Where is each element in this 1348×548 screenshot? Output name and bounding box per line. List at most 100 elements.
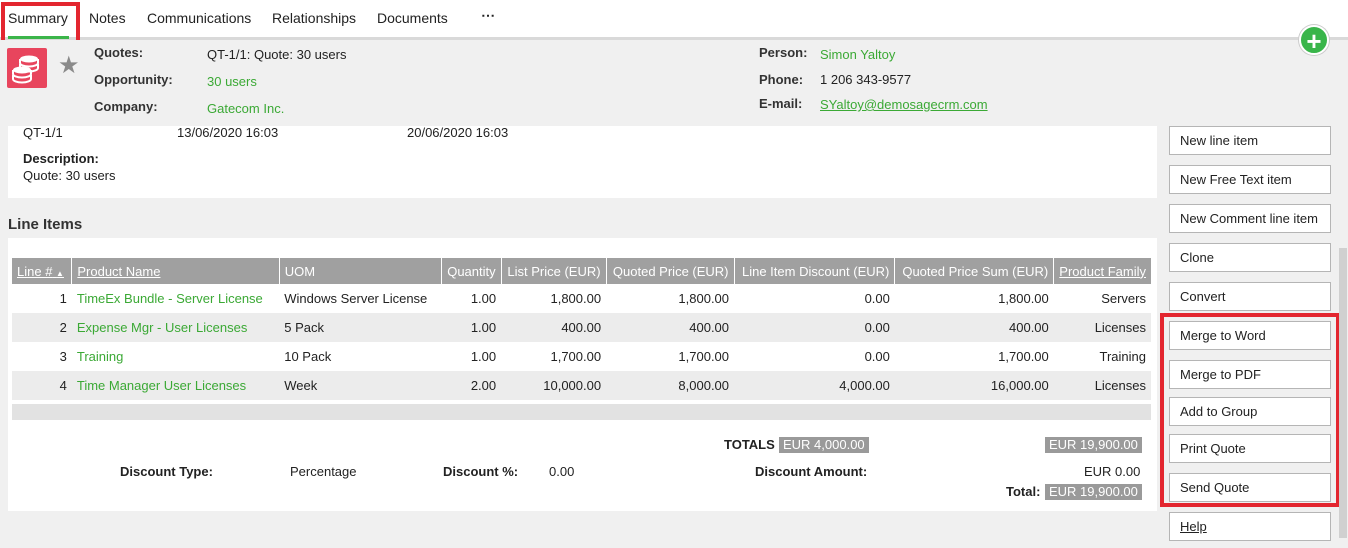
description-value: Quote: 30 users [23, 168, 116, 183]
opportunity-link[interactable]: 30 users [207, 74, 257, 89]
quote-date-created: 13/06/2020 16:03 [177, 125, 279, 140]
tab-documents[interactable]: Documents [377, 10, 448, 26]
discount-percent-label: Discount %: [443, 464, 519, 479]
cell-list-price: 10,000.00 [501, 371, 607, 400]
cell-line-discount: 0.00 [864, 291, 890, 306]
cell-list-price: 1,700.00 [550, 349, 602, 364]
cell-quoted-sum: 400.00 [894, 313, 1054, 342]
cell-quantity: 1.00 [470, 291, 497, 306]
new-free-text-item-button[interactable]: New Free Text item [1169, 165, 1331, 194]
print-quote-button[interactable]: Print Quote [1169, 434, 1331, 463]
cell-uom: Windows Server License [284, 291, 428, 306]
quote-id: QT-1/1 [23, 125, 63, 140]
cell-uom: 10 Pack [284, 349, 332, 364]
totals-discount: EUR 4,000.00 [779, 437, 869, 453]
quotes-value: QT-1/1: Quote: 30 users [207, 47, 347, 62]
cell-line-discount: 4,000.00 [734, 371, 895, 400]
table-row: 3 Training 10 Pack 1.00 1,700.00 1,700.0… [12, 342, 1151, 371]
table-row: 1 TimeEx Bundle - Server License Windows… [12, 284, 1151, 313]
col-quantity: Quantity [441, 258, 502, 284]
merge-to-word-button[interactable]: Merge to Word [1169, 321, 1331, 350]
company-label: Company: [94, 99, 158, 114]
opportunity-label: Opportunity: [94, 72, 173, 87]
cell-quoted-sum: 1,800.00 [998, 291, 1049, 306]
clone-button[interactable]: Clone [1169, 243, 1331, 272]
cell-quantity: 1.00 [470, 349, 497, 364]
more-tabs-icon[interactable]: ⋯ [481, 7, 495, 24]
col-quoted-sum: Quoted Price Sum (EUR) [894, 258, 1055, 284]
cell-line-discount: 0.00 [864, 349, 890, 364]
total-value: EUR 19,900.00 [1045, 484, 1142, 500]
discount-amount-value: EUR 0.00 [1084, 464, 1141, 479]
total-label: Total: [1006, 484, 1041, 499]
cell-line-number: 4 [12, 371, 72, 400]
cell-uom: Week [279, 371, 442, 400]
star-icon[interactable]: ★ [58, 54, 80, 78]
tab-communications[interactable]: Communications [147, 10, 251, 26]
cell-quoted-price: 1,800.00 [678, 291, 730, 306]
cell-quoted-price: 8,000.00 [606, 371, 735, 400]
col-list-price: List Price (EUR) [501, 258, 607, 284]
cell-line-number: 3 [59, 349, 67, 364]
cell-line-number: 2 [12, 313, 72, 342]
help-button[interactable]: Help [1169, 512, 1331, 541]
active-tab-indicator [8, 36, 69, 39]
quote-date-expires: 20/06/2020 16:03 [407, 125, 509, 140]
quotes-label: Quotes: [94, 45, 144, 60]
cell-product-link[interactable]: Time Manager User Licenses [71, 371, 280, 400]
vertical-scrollbar[interactable] [1339, 248, 1347, 538]
col-uom: UOM [279, 258, 443, 284]
cell-quoted-price: 1,700.00 [678, 349, 730, 364]
discount-amount-label: Discount Amount: [755, 464, 868, 479]
new-comment-line-item-button[interactable]: New Comment line item [1169, 204, 1331, 233]
add-to-group-button[interactable]: Add to Group [1169, 397, 1331, 426]
new-line-item-button[interactable]: New line item [1169, 126, 1331, 155]
send-quote-button[interactable]: Send Quote [1169, 473, 1331, 502]
cell-product-link[interactable]: Expense Mgr - User Licenses [71, 313, 280, 342]
email-label: E-mail: [759, 96, 803, 111]
discount-type-label: Discount Type: [120, 464, 213, 479]
cell-product-link[interactable]: Training [72, 342, 279, 371]
cell-quantity: 2.00 [441, 371, 502, 400]
person-link[interactable]: Simon Yaltoy [820, 47, 895, 62]
convert-button[interactable]: Convert [1169, 282, 1331, 311]
cell-line-number: 1 [59, 291, 67, 306]
record-header [0, 40, 1348, 126]
cell-uom: 5 Pack [279, 313, 442, 342]
tab-summary[interactable]: Summary [8, 10, 68, 26]
col-product-family[interactable]: Product Family [1053, 258, 1151, 284]
col-line-number[interactable]: Line # ▲ [12, 258, 73, 284]
col-quoted-price: Quoted Price (EUR) [606, 258, 735, 284]
discount-percent-value: 0.00 [549, 464, 575, 479]
tab-bar: Summary Notes Communications Relationshi… [0, 0, 1348, 40]
company-link[interactable]: Gatecom Inc. [207, 101, 284, 116]
cell-list-price: 400.00 [501, 313, 607, 342]
table-footer-bar [12, 404, 1151, 420]
col-product-name[interactable]: Product Name [71, 258, 280, 284]
discount-type-value: Percentage [290, 464, 357, 479]
totals-label: TOTALS [724, 437, 775, 452]
cell-product-family: Licenses [1053, 313, 1151, 342]
email-link[interactable]: SYaltoy@demosagecrm.com [820, 97, 988, 112]
person-label: Person: [759, 45, 808, 60]
description-label: Description: [23, 151, 99, 166]
cell-quoted-sum: 1,700.00 [998, 349, 1049, 364]
cell-product-link[interactable]: TimeEx Bundle - Server License [72, 284, 279, 313]
phone-label: Phone: [759, 72, 804, 87]
cell-list-price: 1,800.00 [550, 291, 602, 306]
tab-notes[interactable]: Notes [89, 10, 126, 26]
cell-quoted-sum: 16,000.00 [894, 371, 1054, 400]
cell-product-family: Training [1099, 349, 1146, 364]
tab-relationships[interactable]: Relationships [272, 10, 356, 26]
merge-to-pdf-button[interactable]: Merge to PDF [1169, 360, 1331, 389]
cell-quantity: 1.00 [441, 313, 502, 342]
line-items-title: Line Items [8, 216, 83, 233]
coins-icon [7, 48, 47, 88]
line-items-table: Line # ▲ Product Name UOM Quantity List … [12, 258, 1151, 400]
cell-quoted-price: 400.00 [606, 313, 735, 342]
table-row: 4 Time Manager User Licenses Week 2.00 1… [12, 371, 1151, 400]
phone-value: 1 206 343-9577 [820, 72, 912, 87]
table-row: 2 Expense Mgr - User Licenses 5 Pack 1.0… [12, 313, 1151, 342]
add-plus-icon[interactable]: + [1299, 25, 1329, 55]
cell-product-family: Licenses [1053, 371, 1151, 400]
